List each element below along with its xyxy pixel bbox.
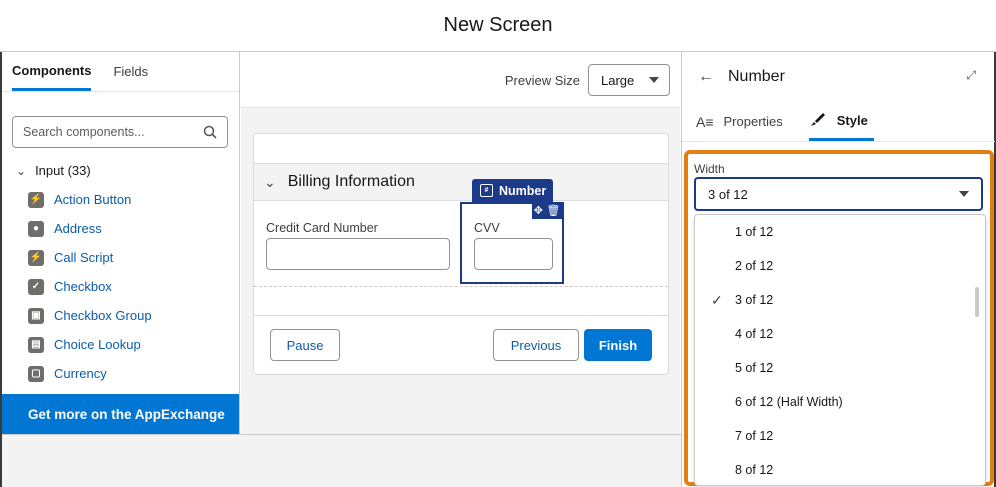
footer-divider [254, 315, 668, 316]
move-icon[interactable]: ✥ [534, 204, 543, 217]
width-label: Width [694, 162, 725, 176]
cvv-label: CVV [474, 221, 500, 235]
preview-size-value: Large [601, 72, 635, 88]
component-item[interactable]: ⚡ Action Button [28, 185, 152, 214]
component-item[interactable]: ● Address [28, 214, 152, 243]
width-option-label: 5 of 12 [735, 361, 774, 375]
width-option-label: 1 of 12 [735, 225, 774, 239]
tab-style-label: Style [836, 112, 868, 128]
tab-style[interactable]: Style [808, 102, 874, 141]
expand-icon[interactable]: ⤢ [966, 68, 976, 83]
chevron-down-icon: ⌄ [16, 163, 27, 178]
credit-card-field[interactable] [266, 238, 450, 270]
screen-canvas-area: Preview Size Large ⌄ Billing Information… [241, 52, 680, 434]
cvv-field[interactable] [474, 238, 553, 270]
previous-button[interactable]: Previous [493, 329, 579, 361]
chevron-down-icon: ⌄ [264, 173, 276, 190]
badge-label: Number [499, 183, 547, 198]
call-script-icon: ⚡ [28, 249, 44, 266]
properties-panel: ← Number ⤢ A≡ Properties Style Width 3 o… [681, 52, 995, 487]
search-input[interactable] [23, 125, 193, 139]
component-item-label: Call Script [54, 250, 114, 265]
bottom-bar [2, 434, 681, 487]
component-item[interactable]: ▢ Currency [28, 359, 152, 388]
component-item-label: Currency [54, 366, 107, 381]
panel-title: Number [728, 68, 785, 85]
screen-header: New Screen [0, 0, 996, 52]
screen-preview: ⌄ Billing Information Credit Card Number… [253, 133, 669, 375]
width-option[interactable]: 1 of 12 [695, 215, 985, 249]
width-option-label: 4 of 12 [735, 327, 774, 341]
currency-icon: ▢ [28, 365, 44, 382]
checkbox-icon: ✓ [28, 278, 44, 295]
caret-down-icon [959, 191, 969, 197]
action-button-icon: ⚡ [28, 191, 44, 208]
component-item-label: Checkbox Group [54, 308, 152, 323]
left-tabs: Components Fields [2, 52, 239, 92]
width-option-selected[interactable]: ✓ 3 of 12 [695, 283, 985, 317]
tab-properties-label: Properties [723, 114, 783, 129]
component-item-label: Action Button [54, 192, 132, 207]
width-select-value: 3 of 12 [708, 186, 748, 202]
component-item-label: Checkbox [54, 279, 112, 294]
appexchange-link[interactable]: Get more on the AppExchange [2, 394, 239, 434]
paintbrush-icon [809, 111, 827, 130]
panel-header: ← Number [682, 52, 995, 102]
width-dropdown-list: 1 of 12 2 of 12 ✓ 3 of 12 4 of 12 5 of 12… [694, 214, 986, 486]
finish-button[interactable]: Finish [584, 329, 652, 361]
width-option-label: 6 of 12 (Half Width) [735, 395, 843, 409]
number-icon: # [480, 184, 493, 197]
component-item[interactable]: ▣ Checkbox Group [28, 301, 152, 330]
components-panel: Components Fields ⌄ Input (33) ⚡ Action B… [2, 52, 240, 434]
choice-lookup-icon: ▤ [28, 336, 44, 353]
checkbox-group-icon: ▣ [28, 307, 44, 324]
scrollbar[interactable] [975, 287, 979, 317]
panel-tabs: A≡ Properties Style [682, 102, 995, 142]
component-list: ⚡ Action Button ● Address ⚡ Call Script ✓ Ch… [28, 185, 152, 388]
pause-button[interactable]: Pause [270, 329, 340, 361]
width-option[interactable]: 4 of 12 [695, 317, 985, 351]
width-option[interactable]: 7 of 12 [695, 419, 985, 453]
width-option-label: 7 of 12 [735, 429, 774, 443]
search-icon [203, 125, 217, 139]
width-option-label: 2 of 12 [735, 259, 774, 273]
width-option-label: 3 of 12 [735, 293, 774, 307]
component-type-badge: # Number [472, 179, 553, 202]
component-tools: ✥ 🗑 [532, 202, 562, 219]
component-item[interactable]: ▤ Choice Lookup [28, 330, 152, 359]
section-billing[interactable]: ⌄ Billing Information [254, 163, 668, 201]
width-option[interactable]: 2 of 12 [695, 249, 985, 283]
drop-zone-divider [254, 286, 668, 287]
preview-size-select[interactable]: Large [588, 64, 670, 96]
preview-toolbar: Preview Size Large [241, 52, 680, 108]
section-title: Billing Information [287, 173, 415, 190]
address-icon: ● [28, 220, 44, 237]
component-item-label: Address [54, 221, 102, 236]
section-input-label: Input (33) [35, 163, 91, 178]
section-input[interactable]: ⌄ Input (33) [16, 163, 91, 178]
component-item[interactable]: ⚡ Call Script [28, 243, 152, 272]
component-item-label: Choice Lookup [54, 337, 141, 352]
tab-components[interactable]: Components [12, 52, 92, 91]
component-item[interactable]: ✓ Checkbox [28, 272, 152, 301]
back-arrow-icon[interactable]: ← [698, 68, 714, 86]
width-option[interactable]: 5 of 12 [695, 351, 985, 385]
width-option[interactable]: 8 of 12 [695, 453, 985, 485]
width-option-label: 8 of 12 [735, 463, 774, 477]
caret-down-icon [649, 77, 659, 83]
width-select[interactable]: 3 of 12 [694, 177, 983, 211]
width-option[interactable]: 6 of 12 (Half Width) [695, 385, 985, 419]
credit-card-label: Credit Card Number [266, 221, 378, 235]
component-search[interactable] [12, 116, 228, 148]
check-icon: ✓ [711, 291, 723, 308]
tab-properties[interactable]: A≡ Properties [696, 102, 783, 141]
tab-fields[interactable]: Fields [113, 52, 148, 91]
properties-icon: A≡ [696, 113, 714, 130]
page-title: New Screen [443, 14, 553, 36]
preview-size-label: Preview Size [504, 73, 580, 88]
delete-icon[interactable]: 🗑 [546, 204, 560, 217]
